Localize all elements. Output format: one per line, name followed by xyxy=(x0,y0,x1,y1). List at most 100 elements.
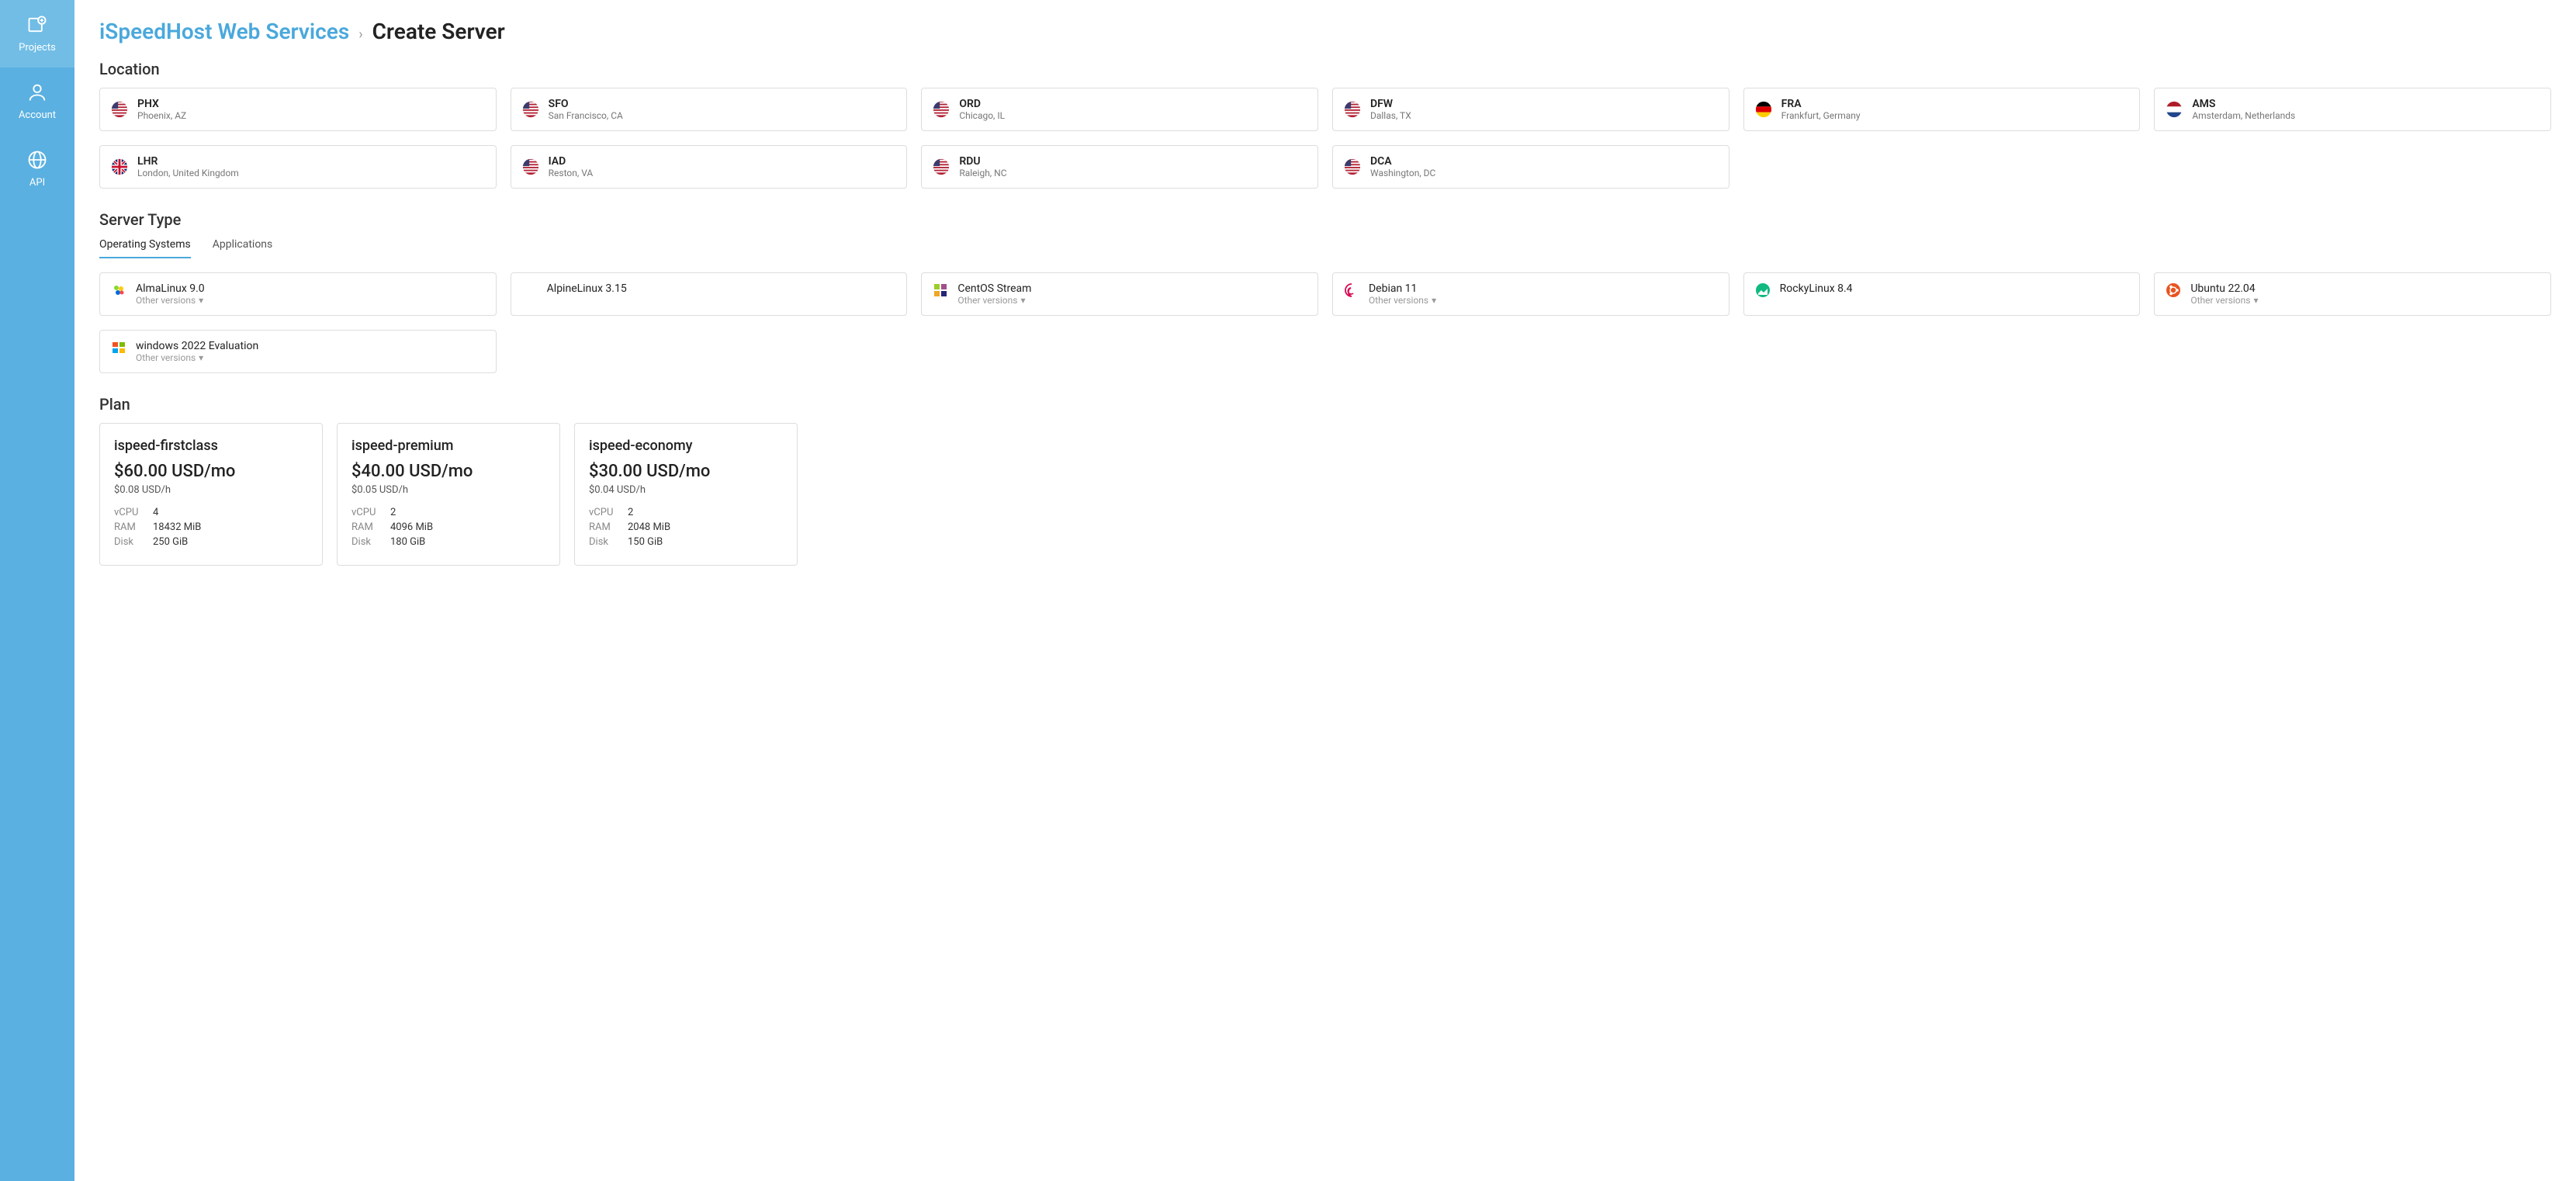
spec-value-vcpu: 4 xyxy=(153,507,158,518)
os-card-windows[interactable]: windows 2022 EvaluationOther versions ▾ xyxy=(99,330,497,373)
plan-price: $30.00 USD/mo xyxy=(589,462,783,481)
location-code: IAD xyxy=(549,155,594,168)
os-other-versions[interactable]: Other versions ▾ xyxy=(1369,295,1436,306)
location-code: LHR xyxy=(137,155,239,168)
spec-label-disk: Disk xyxy=(114,536,142,548)
os-other-versions[interactable]: Other versions ▾ xyxy=(136,352,258,363)
os-card-debian[interactable]: Debian 11Other versions ▾ xyxy=(1332,272,1729,316)
sidebar-item-label: Account xyxy=(19,109,56,121)
alma-icon xyxy=(111,282,126,298)
tab-applications[interactable]: Applications xyxy=(213,238,273,258)
spec-label-ram: RAM xyxy=(351,521,379,533)
os-name: windows 2022 Evaluation xyxy=(136,340,258,352)
flag-icon xyxy=(522,158,539,175)
plan-card-ispeed-premium[interactable]: ispeed-premium $40.00 USD/mo $0.05 USD/h vC… xyxy=(337,423,560,566)
location-card-sfo[interactable]: SFOSan Francisco, CA xyxy=(511,88,908,131)
spec-label-ram: RAM xyxy=(589,521,617,533)
location-card-ord[interactable]: ORDChicago, IL xyxy=(921,88,1318,131)
flag-icon xyxy=(933,158,950,175)
location-code: PHX xyxy=(137,98,186,110)
flag-icon xyxy=(2166,101,2183,118)
os-other-versions[interactable]: Other versions ▾ xyxy=(136,295,205,306)
location-card-lhr[interactable]: LHRLondon, United Kingdom xyxy=(99,145,497,189)
plan-name: ispeed-firstclass xyxy=(114,438,308,454)
flag-icon xyxy=(1344,101,1361,118)
os-other-versions[interactable]: Other versions ▾ xyxy=(2190,295,2258,306)
location-card-rdu[interactable]: RDURaleigh, NC xyxy=(921,145,1318,189)
breadcrumb-current: Create Server xyxy=(372,19,505,44)
os-grid: AlmaLinux 9.0Other versions ▾AlpineLinux… xyxy=(99,272,2551,373)
location-desc: San Francisco, CA xyxy=(549,110,623,121)
spec-value-vcpu: 2 xyxy=(628,507,633,518)
os-other-versions[interactable]: Other versions ▾ xyxy=(957,295,1031,306)
section-title-location: Location xyxy=(99,60,2551,78)
plan-price: $40.00 USD/mo xyxy=(351,462,545,481)
location-grid: PHXPhoenix, AZ SFOSan Francisco, CA ORDChi… xyxy=(99,88,2551,189)
os-name: Ubuntu 22.04 xyxy=(2190,282,2258,295)
chevron-down-icon: ▾ xyxy=(2253,295,2258,306)
os-card-ubuntu[interactable]: Ubuntu 22.04Other versions ▾ xyxy=(2154,272,2551,316)
sidebar-item-label: API xyxy=(29,177,45,189)
sidebar-item-account[interactable]: Account xyxy=(0,68,74,135)
os-card-centos[interactable]: CentOS StreamOther versions ▾ xyxy=(921,272,1318,316)
section-title-server-type: Server Type xyxy=(99,210,2551,229)
location-card-iad[interactable]: IADReston, VA xyxy=(511,145,908,189)
breadcrumb: iSpeedHost Web Services › Create Server xyxy=(99,19,2551,44)
location-card-fra[interactable]: FRAFrankfurt, Germany xyxy=(1743,88,2141,131)
os-name: Debian 11 xyxy=(1369,282,1436,295)
account-icon xyxy=(26,81,48,103)
spec-value-disk: 250 GiB xyxy=(153,536,188,548)
location-desc: Dallas, TX xyxy=(1370,110,1411,121)
os-card-alpine[interactable]: AlpineLinux 3.15 xyxy=(511,272,908,316)
location-desc: Amsterdam, Netherlands xyxy=(2192,110,2295,121)
chevron-down-icon: ▾ xyxy=(1020,295,1025,306)
spec-value-ram: 18432 MiB xyxy=(153,521,201,533)
location-card-dca[interactable]: DCAWashington, DC xyxy=(1332,145,1729,189)
flag-icon xyxy=(522,101,539,118)
main-content: iSpeedHost Web Services › Create Server … xyxy=(74,0,2576,1181)
location-desc: Washington, DC xyxy=(1370,168,1435,178)
os-name: RockyLinux 8.4 xyxy=(1780,282,1853,295)
plan-card-ispeed-firstclass[interactable]: ispeed-firstclass $60.00 USD/mo $0.08 USD/… xyxy=(99,423,323,566)
location-desc: London, United Kingdom xyxy=(137,168,239,178)
server-type-tabs: Operating Systems Applications xyxy=(99,238,2551,258)
location-card-dfw[interactable]: DFWDallas, TX xyxy=(1332,88,1729,131)
os-name: AlmaLinux 9.0 xyxy=(136,282,205,295)
rocky-icon xyxy=(1755,282,1771,298)
plan-hourly: $0.05 USD/h xyxy=(351,484,545,496)
spec-value-ram: 4096 MiB xyxy=(390,521,433,533)
breadcrumb-separator: › xyxy=(358,26,362,43)
sidebar-item-projects[interactable]: Projects xyxy=(0,0,74,68)
plan-name: ispeed-premium xyxy=(351,438,545,454)
location-code: RDU xyxy=(959,155,1006,168)
breadcrumb-root[interactable]: iSpeedHost Web Services xyxy=(99,19,349,44)
location-desc: Frankfurt, Germany xyxy=(1781,110,1861,121)
os-card-rocky[interactable]: RockyLinux 8.4 xyxy=(1743,272,2141,316)
spec-label-vcpu: vCPU xyxy=(589,507,617,518)
location-desc: Reston, VA xyxy=(549,168,594,178)
location-desc: Raleigh, NC xyxy=(959,168,1006,178)
sidebar-item-api[interactable]: API xyxy=(0,135,74,203)
spec-label-disk: Disk xyxy=(351,536,379,548)
location-code: DCA xyxy=(1370,155,1435,168)
spec-label-vcpu: vCPU xyxy=(351,507,379,518)
spec-label-disk: Disk xyxy=(589,536,617,548)
location-card-phx[interactable]: PHXPhoenix, AZ xyxy=(99,88,497,131)
plan-card-ispeed-economy[interactable]: ispeed-economy $30.00 USD/mo $0.04 USD/h vC… xyxy=(574,423,798,566)
spec-value-vcpu: 2 xyxy=(390,507,396,518)
plan-hourly: $0.08 USD/h xyxy=(114,484,308,496)
alpine-icon xyxy=(522,282,538,298)
chevron-down-icon: ▾ xyxy=(1432,295,1436,306)
location-desc: Phoenix, AZ xyxy=(137,110,186,121)
tab-operating-systems[interactable]: Operating Systems xyxy=(99,238,191,258)
plan-name: ispeed-economy xyxy=(589,438,783,454)
projects-icon xyxy=(26,14,48,36)
plan-price: $60.00 USD/mo xyxy=(114,462,308,481)
os-name: CentOS Stream xyxy=(957,282,1031,295)
location-card-ams[interactable]: AMSAmsterdam, Netherlands xyxy=(2154,88,2551,131)
os-card-alma[interactable]: AlmaLinux 9.0Other versions ▾ xyxy=(99,272,497,316)
location-code: SFO xyxy=(549,98,623,110)
ubuntu-icon xyxy=(2166,282,2181,298)
location-code: AMS xyxy=(2192,98,2295,110)
plan-hourly: $0.04 USD/h xyxy=(589,484,783,496)
